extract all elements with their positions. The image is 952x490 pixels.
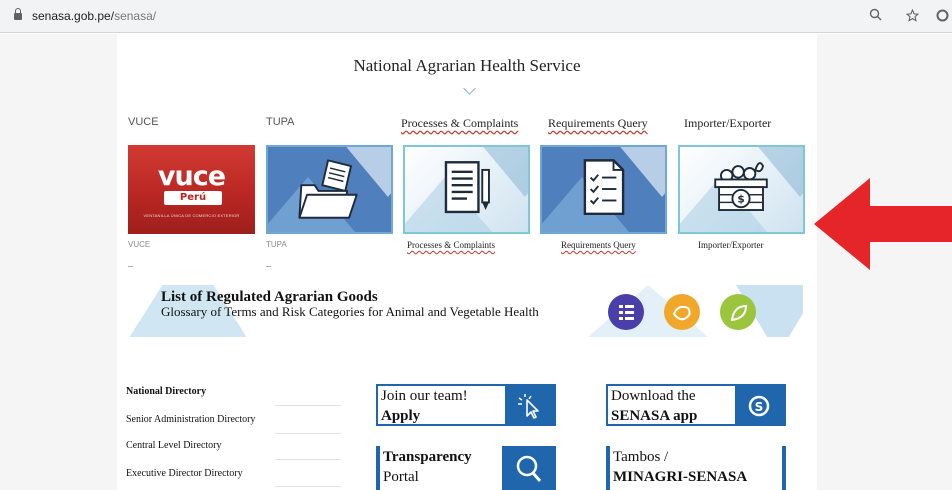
download-app-line2: SENASA app <box>611 408 698 424</box>
tile-top-label-importer[interactable]: Importer/Exporter <box>684 116 771 131</box>
produce-crate-icon: $ <box>714 162 768 211</box>
cursor-click-icon <box>518 394 539 419</box>
tile-top-label-tupa[interactable]: TUPA <box>266 116 295 128</box>
vuce-country: Perú <box>164 191 222 205</box>
divider <box>275 459 341 460</box>
document-pen-icon <box>444 161 490 214</box>
transparency-portal-box[interactable]: Transparency Portal <box>376 446 556 490</box>
star-icon[interactable] <box>905 8 920 26</box>
directory-executive-director[interactable]: Executive Director Directory <box>126 468 243 479</box>
requirements-tile[interactable] <box>540 145 667 234</box>
tile-bottom-label-importer[interactable]: Importer/Exporter <box>698 240 763 250</box>
vuce-logo: vuce <box>157 161 226 192</box>
download-app-line1: Download the <box>611 388 696 404</box>
divider <box>275 405 341 406</box>
chevron-down-icon[interactable] <box>463 82 476 95</box>
importer-exporter-tile[interactable]: $ <box>678 145 805 234</box>
tile-bottom-label-requirements[interactable]: Requirements Query <box>561 240 636 250</box>
url-host: senasa.gob.pe/ <box>32 9 115 23</box>
folder-icon <box>298 159 358 219</box>
tupa-tile[interactable] <box>266 145 393 234</box>
directory-senior-administration[interactable]: Senior Administration Directory <box>126 414 255 425</box>
vuce-tile[interactable]: vuce Perú VENTANILLA ÚNICA DE COMERCIO E… <box>128 145 255 234</box>
regulated-goods-banner[interactable]: List of Regulated Agrarian Goods Glossar… <box>128 285 803 337</box>
page-title: National Agrarian Health Service <box>353 56 581 75</box>
tile-top-label-requirements[interactable]: Requirements Query <box>548 116 648 131</box>
transparency-icon-panel <box>502 446 556 490</box>
join-team-box[interactable]: Join our team! Apply <box>376 384 556 426</box>
tile-bottom-label-tupa[interactable]: TUPA <box>266 240 287 249</box>
main-content: National Agrarian Health Service VUCE TU… <box>117 34 817 490</box>
animal-health-icon <box>664 294 700 330</box>
divider <box>128 266 133 267</box>
tambos-line1: Tambos / <box>613 449 669 465</box>
url-path: senasa/ <box>114 9 157 23</box>
red-arrow-icon <box>814 178 952 270</box>
join-team-icon-panel <box>505 386 554 424</box>
tile-top-label-processes[interactable]: Processes & Complaints <box>401 116 518 131</box>
svg-text:$: $ <box>737 193 744 205</box>
tambos-line2: MINAGRI-SENASA <box>613 469 748 485</box>
divider <box>275 486 341 487</box>
checklist-icon <box>583 159 625 216</box>
svg-text:S: S <box>755 400 764 414</box>
tile-top-label-vuce[interactable]: VUCE <box>128 116 159 128</box>
tambos-box[interactable]: Tambos / MINAGRI-SENASA <box>606 446 786 490</box>
join-team-line1: Join our team! <box>381 388 468 404</box>
zoom-icon[interactable] <box>869 8 882 25</box>
url-field[interactable]: senasa.gob.pe/senasa/ <box>32 9 156 23</box>
vuce-subtitle: VENTANILLA ÚNICA DE COMERCIO EXTERIOR <box>143 213 240 218</box>
tile-bottom-label-vuce[interactable]: VUCE <box>128 240 150 249</box>
plant-health-icon <box>720 294 756 330</box>
download-app-icon-panel: S <box>735 386 784 424</box>
divider <box>275 433 341 434</box>
processes-tile[interactable] <box>403 145 530 234</box>
browser-address-bar: senasa.gob.pe/senasa/ <box>0 0 952 33</box>
transparency-line2: Portal <box>383 469 419 485</box>
directory-central-level[interactable]: Central Level Directory <box>126 440 222 451</box>
list-icon <box>608 294 644 330</box>
banner-subtitle: Glossary of Terms and Risk Categories fo… <box>161 304 539 319</box>
transparency-line1: Transparency <box>383 449 472 465</box>
join-team-line2: Apply <box>381 408 421 424</box>
extension-icon[interactable] <box>936 9 949 26</box>
download-app-box[interactable]: Download the SENASA app S <box>606 384 786 426</box>
search-icon <box>516 455 542 482</box>
senasa-app-icon: S <box>748 395 770 417</box>
directory-national[interactable]: National Directory <box>126 386 206 397</box>
tile-bottom-label-processes[interactable]: Processes & Complaints <box>407 240 495 250</box>
divider <box>266 266 271 267</box>
lock-icon[interactable] <box>14 8 22 21</box>
